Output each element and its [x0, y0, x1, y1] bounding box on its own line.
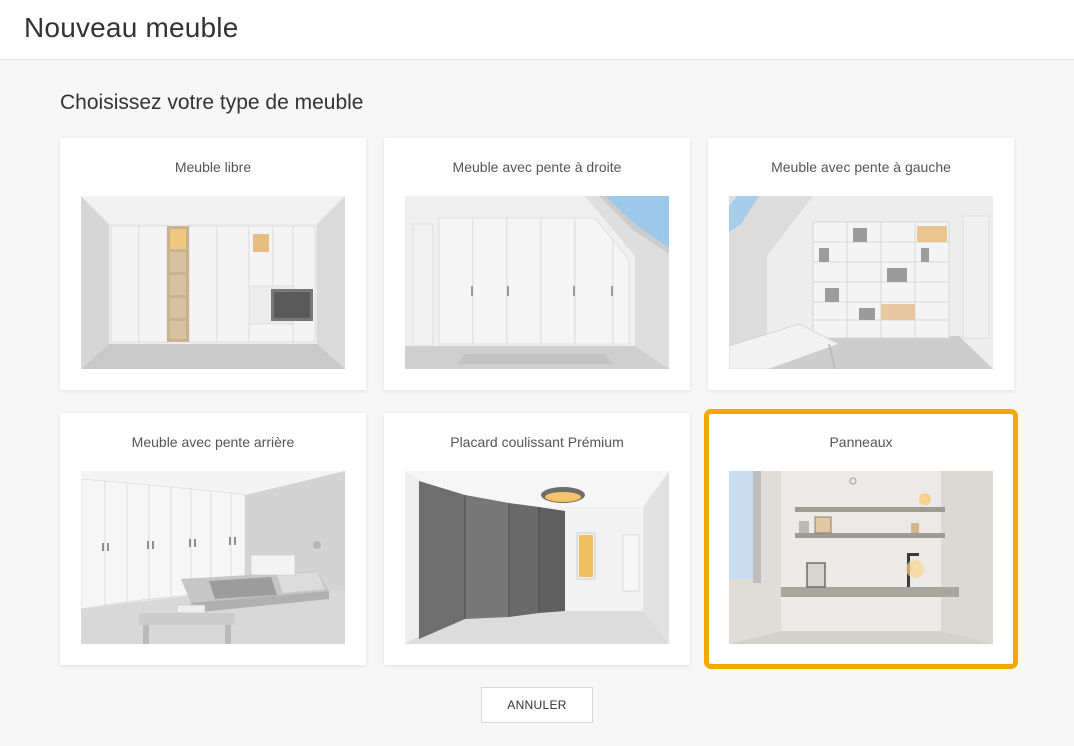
placard-coulissant-image [405, 471, 669, 644]
card-label: Meuble libre [174, 159, 252, 175]
page-title: Nouveau meuble [24, 12, 239, 43]
card-pente-arriere[interactable]: Meuble avec pente arrière [60, 413, 366, 665]
card-label: Placard coulissant Prémium [450, 434, 624, 450]
pente-gauche-image [729, 196, 993, 369]
meuble-libre-image [81, 196, 345, 369]
cancel-button[interactable]: ANNULER [481, 687, 593, 723]
card-placard-coulissant[interactable]: Placard coulissant Prémium [384, 413, 690, 665]
card-label: Panneaux [829, 434, 893, 450]
card-label: Meuble avec pente arrière [131, 434, 295, 450]
card-pente-droite[interactable]: Meuble avec pente à droite [384, 138, 690, 390]
card-label: Meuble avec pente à droite [452, 159, 622, 175]
card-meuble-libre[interactable]: Meuble libre [60, 138, 366, 390]
section-subtitle: Choisissez votre type de meuble [60, 91, 364, 114]
pente-arriere-image [81, 471, 345, 644]
card-label: Meuble avec pente à gauche [771, 159, 951, 175]
header-bar: Nouveau meuble [0, 0, 1074, 60]
card-pente-gauche[interactable]: Meuble avec pente à gauche [708, 138, 1014, 390]
pente-droite-image [405, 196, 669, 369]
card-panneaux[interactable]: Panneaux [704, 409, 1018, 669]
panneaux-image [729, 471, 993, 644]
